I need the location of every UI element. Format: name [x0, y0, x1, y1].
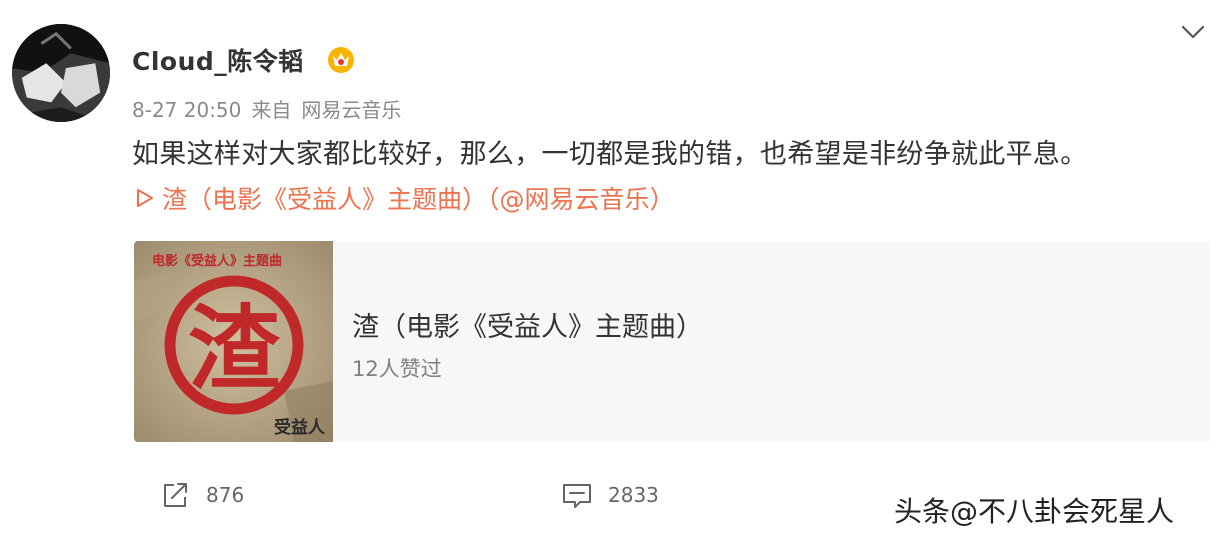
source-app[interactable]: 网易云音乐	[301, 98, 401, 122]
post-date[interactable]: 8-27 20:50	[132, 98, 241, 122]
music-link[interactable]: 渣（电影《受益人》主题曲）（@网易云音乐）	[136, 180, 675, 216]
card-title[interactable]: 渣（电影《受益人》主题曲）	[352, 305, 703, 344]
cover-top-text: 电影《受益人》主题曲	[152, 253, 282, 269]
vip-crown-icon[interactable]	[326, 44, 356, 74]
cover-bottom-text: 受益人	[274, 417, 326, 438]
username[interactable]: Cloud_陈令韬	[132, 42, 304, 78]
music-card[interactable]: 电影《受益人》主题曲 渣 受益人 渣（电影《受益人》主题曲） 12人赞过	[134, 241, 1210, 442]
repost-count: 876	[206, 483, 245, 507]
repost-icon	[164, 483, 187, 507]
comment-icon	[563, 484, 591, 508]
avatar[interactable]	[12, 24, 110, 122]
play-icon	[137, 189, 153, 207]
chevron-down-icon[interactable]	[1180, 22, 1206, 42]
comment-count: 2833	[608, 483, 659, 507]
repost-button[interactable]: 876	[158, 478, 244, 512]
album-cover[interactable]: 电影《受益人》主题曲 渣 受益人	[134, 241, 333, 442]
watermark: 头条@不八卦会死星人	[894, 495, 1175, 528]
source-prefix: 来自	[251, 98, 292, 122]
comment-button[interactable]: 2833	[560, 478, 659, 512]
post-meta: 8-27 20:50 来自 网易云音乐	[132, 94, 411, 123]
music-link-label: 渣（电影《受益人》主题曲）（@网易云音乐）	[162, 185, 675, 214]
post-text: 如果这样对大家都比较好，那么，一切都是我的错，也希望是非纷争就此平息。	[132, 139, 1088, 170]
cover-big-char: 渣	[188, 296, 281, 403]
card-like-count: 12人赞过	[352, 357, 442, 381]
